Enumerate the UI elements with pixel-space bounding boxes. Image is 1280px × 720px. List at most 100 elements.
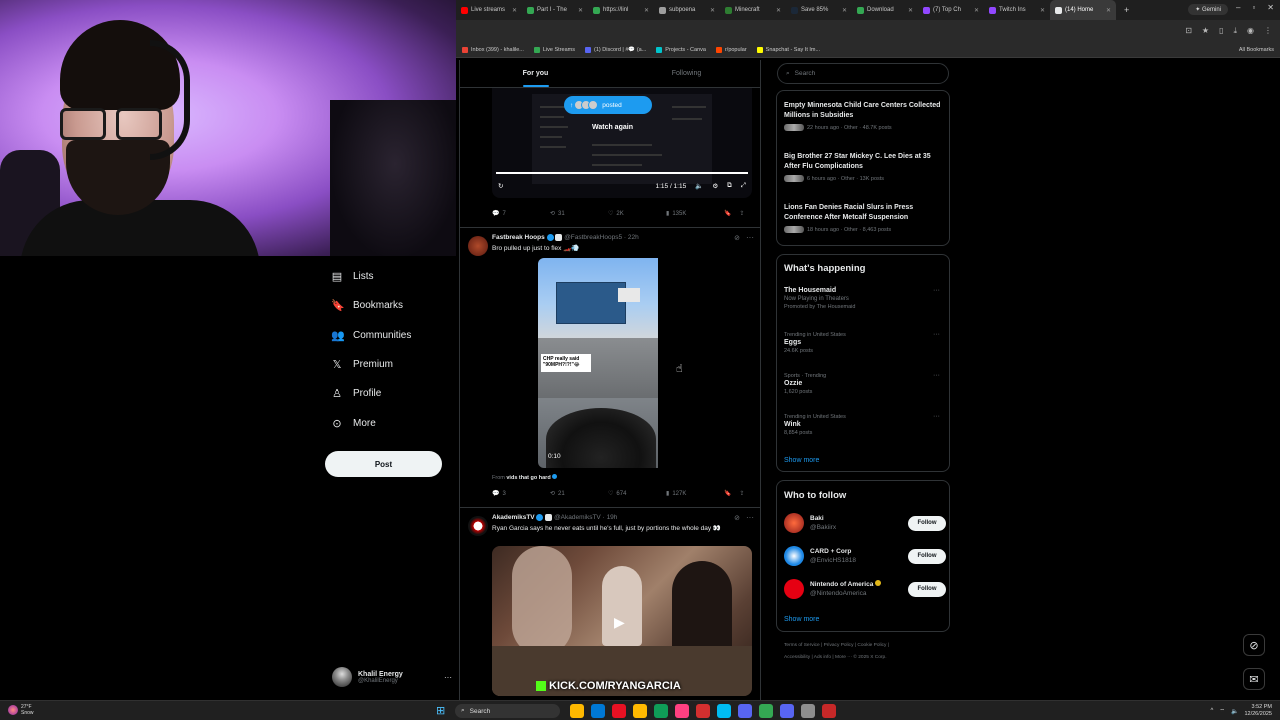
- messages-button[interactable]: ✉: [1243, 668, 1265, 690]
- bookmark-post-icon[interactable]: 🔖: [724, 490, 731, 497]
- trend-item[interactable]: The Housemaid Now Playing in Theaters Pr…: [784, 287, 944, 311]
- browser-tab[interactable]: Part I - The ✕: [522, 0, 588, 20]
- follow-suggestion[interactable]: Nintendo of America @NintendoAmerica Fol…: [784, 577, 946, 601]
- author-name[interactable]: Fastbreak Hoops: [492, 234, 545, 241]
- tab-for-you[interactable]: For you: [460, 60, 611, 87]
- close-tab-icon[interactable]: ✕: [512, 7, 517, 14]
- taskbar-app-icon[interactable]: [780, 704, 794, 718]
- chevron-up-icon[interactable]: ^: [1211, 708, 1214, 714]
- nav-item-bookmarks[interactable]: 🔖 Bookmarks: [325, 291, 455, 320]
- taskbar-app-icon[interactable]: [759, 704, 773, 718]
- close-tab-icon[interactable]: ✕: [908, 7, 913, 14]
- bookmark-item[interactable]: Projects - Canva: [656, 46, 706, 53]
- reply-button[interactable]: 💬 3: [492, 490, 550, 498]
- taskbar-app-icon[interactable]: [738, 704, 752, 718]
- close-tab-icon[interactable]: ✕: [644, 7, 649, 14]
- trend-item[interactable]: Trending in United States Wink 8,854 pos…: [784, 413, 944, 437]
- show-more-link[interactable]: Show more: [784, 616, 819, 623]
- all-bookmarks-button[interactable]: All Bookmarks: [1239, 47, 1274, 53]
- post-age[interactable]: · 19h: [603, 514, 618, 521]
- taskbar-app-icon[interactable]: [570, 704, 584, 718]
- close-tab-icon[interactable]: ✕: [974, 7, 979, 14]
- author-handle[interactable]: @AkademiksTV: [554, 514, 601, 521]
- browser-tab[interactable]: Download ✕: [852, 0, 918, 20]
- post[interactable]: AkademiksTV @AkademiksTV · 19h ⊘ ··· Rya…: [460, 507, 760, 700]
- close-tab-icon[interactable]: ✕: [1106, 7, 1111, 14]
- close-tab-icon[interactable]: ✕: [842, 7, 847, 14]
- taskbar-app-icon[interactable]: [696, 704, 710, 718]
- author-handle[interactable]: @FastbreakHoops5: [564, 234, 622, 241]
- post-button[interactable]: Post: [325, 451, 442, 477]
- grok-icon[interactable]: ⊘: [734, 514, 740, 522]
- taskbar-search[interactable]: ⌕ Search: [455, 704, 560, 718]
- nav-item-lists[interactable]: ▤ Lists: [325, 262, 455, 291]
- browser-tab[interactable]: Live streams ✕: [456, 0, 522, 20]
- nav-item-communities[interactable]: 👥 Communities: [325, 321, 455, 350]
- close-tab-icon[interactable]: ✕: [776, 7, 781, 14]
- volume-icon[interactable]: 🔈: [695, 182, 703, 190]
- weather-widget[interactable]: 27°F Snow: [8, 704, 34, 716]
- taskbar-app-icon[interactable]: [633, 704, 647, 718]
- source-attribution[interactable]: From vids that go hard: [492, 474, 558, 481]
- video-player[interactable]: CHP really said "90MPH?!?!"😂 0:10 ☝: [538, 258, 704, 468]
- bookmark-item[interactable]: (1) Discord | #💬 (a...: [585, 46, 646, 53]
- install-icon[interactable]: ⊡: [1185, 26, 1192, 36]
- repost-button[interactable]: ⟲ 21: [550, 490, 608, 498]
- bookmark-post-icon[interactable]: 🔖: [724, 210, 731, 217]
- browser-tab[interactable]: https://linl ✕: [588, 0, 654, 20]
- more-dots-icon[interactable]: ···: [444, 673, 452, 682]
- trend-item[interactable]: Trending in United States Eggs 24.6K pos…: [784, 331, 944, 355]
- taskbar-app-icon[interactable]: [822, 704, 836, 718]
- maximize-button[interactable]: ▫: [1252, 3, 1255, 12]
- more-dots-icon[interactable]: ···: [933, 372, 940, 380]
- bookmark-item[interactable]: r/popular: [715, 46, 747, 53]
- taskbar-app-icon[interactable]: [717, 704, 731, 718]
- follow-suggestion[interactable]: Baki @Bakiirx Follow: [784, 511, 946, 535]
- avatar[interactable]: [468, 516, 488, 536]
- clock[interactable]: 3:52 PM 12/26/2025: [1244, 704, 1272, 718]
- avatar[interactable]: [468, 236, 488, 256]
- views-button[interactable]: ▮ 135K: [666, 210, 724, 218]
- more-dots-icon[interactable]: ···: [933, 331, 940, 339]
- like-button[interactable]: ♡ 2K: [608, 210, 666, 218]
- browser-tab[interactable]: (7) Top Ch ✕: [918, 0, 984, 20]
- close-tab-icon[interactable]: ✕: [710, 7, 715, 14]
- share-icon[interactable]: ⇪: [739, 210, 744, 217]
- close-window-button[interactable]: ✕: [1267, 3, 1274, 12]
- news-item[interactable]: Empty Minnesota Child Care Centers Colle…: [784, 101, 944, 133]
- gemini-button[interactable]: ✦ Gemini: [1188, 4, 1228, 15]
- follow-button[interactable]: Follow: [908, 515, 946, 531]
- footer-links[interactable]: Terms of Service | Privacy Policy | Cook…: [784, 640, 954, 664]
- nav-item-profile[interactable]: ♙ Profile: [325, 379, 455, 408]
- network-icon[interactable]: ⌔: [1219, 707, 1225, 715]
- address-bar[interactable]: ⊡ ★ ▯ ⤓ ◉ ⋮: [456, 20, 1280, 42]
- star-icon[interactable]: ★: [1202, 26, 1209, 36]
- more-dots-icon[interactable]: ···: [746, 513, 754, 522]
- browser-tab[interactable]: Minecraft ✕: [720, 0, 786, 20]
- views-button[interactable]: ▮ 127K: [666, 490, 724, 498]
- tab-following[interactable]: Following: [611, 60, 760, 87]
- bookmark-item[interactable]: Live Streams: [533, 46, 575, 53]
- browser-tab[interactable]: subpoena ✕: [654, 0, 720, 20]
- play-icon[interactable]: ▶: [614, 614, 630, 630]
- follow-suggestion[interactable]: CARD + Corp @EnvicHS1818 Follow: [784, 544, 946, 568]
- nav-item-more[interactable]: ⊙ More: [325, 408, 455, 437]
- taskbar-app-icon[interactable]: [591, 704, 605, 718]
- news-item[interactable]: Big Brother 27 Star Mickey C. Lee Dies a…: [784, 152, 944, 184]
- watch-again-button[interactable]: Watch again: [592, 124, 633, 131]
- reply-button[interactable]: 💬 7: [492, 210, 550, 218]
- sidepanel-icon[interactable]: ▯: [1219, 26, 1223, 36]
- grok-button[interactable]: ⊘: [1243, 634, 1265, 656]
- account-switcher[interactable]: Khalil Energy @KhalilEnergy ···: [332, 664, 452, 690]
- fullscreen-icon[interactable]: ⤢: [741, 182, 746, 190]
- share-icon[interactable]: ⇪: [739, 490, 744, 497]
- profile-icon[interactable]: ◉: [1247, 26, 1254, 36]
- start-button[interactable]: ⊞: [436, 705, 448, 717]
- volume-icon[interactable]: 🔈: [1231, 708, 1238, 715]
- search-input[interactable]: ⌕ Search: [777, 63, 949, 84]
- new-tab-button[interactable]: +: [1116, 5, 1137, 15]
- more-dots-icon[interactable]: ···: [933, 287, 940, 295]
- author-name[interactable]: AkademiksTV: [492, 514, 535, 521]
- new-posts-pill[interactable]: ↑ posted: [564, 96, 652, 114]
- more-dots-icon[interactable]: ···: [933, 413, 940, 421]
